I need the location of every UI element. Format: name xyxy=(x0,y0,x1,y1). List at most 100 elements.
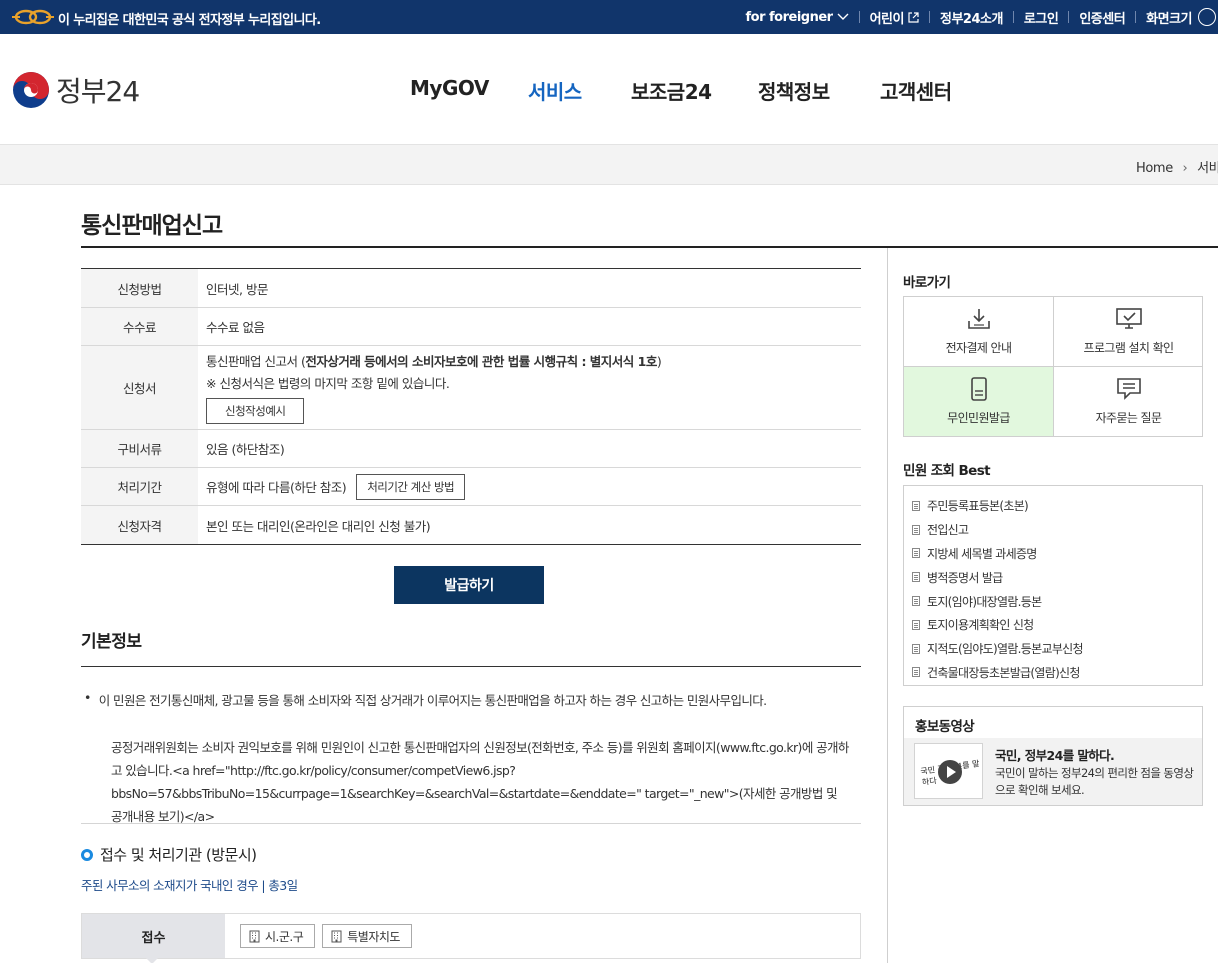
shortcut-title: 바로가기 xyxy=(903,275,951,291)
shortcut-program-install[interactable]: 프로그램 설치 확인 xyxy=(1054,297,1203,367)
document-icon xyxy=(912,500,920,511)
form-name[interactable]: 통신판매업 신고서 (전자상거래 등에서의 소비자보호에 관한 법률 시행규칙 … xyxy=(206,351,853,370)
shortcut-label: 전자결제 안내 xyxy=(945,341,1012,355)
certificate-center-link[interactable]: 인증센터 xyxy=(1069,8,1135,27)
table-row: 신청서 통신판매업 신고서 (전자상거래 등에서의 소비자보호에 관한 법률 시… xyxy=(81,345,861,429)
nav-customer-center[interactable]: 고객센터 xyxy=(880,76,952,105)
list-item-label: 지방세 세목별 과세증명 xyxy=(927,546,1037,561)
building-icon xyxy=(331,930,342,942)
external-link-icon xyxy=(908,11,919,23)
agency-option-label: 특별자치도 xyxy=(347,929,400,944)
shortcut-label: 무인민원발급 xyxy=(947,411,1010,425)
form-cell: 통신판매업 신고서 (전자상거래 등에서의 소비자보호에 관한 법률 시행규칙 … xyxy=(198,346,861,429)
login-link[interactable]: 로그인 xyxy=(1014,8,1068,27)
document-icon xyxy=(912,548,920,559)
reception-title-text: 접수 및 처리기관 (방문시) xyxy=(100,846,257,864)
nav-subsidy24[interactable]: 보조금24 xyxy=(631,76,712,105)
issue-button[interactable]: 발급하기 xyxy=(394,566,544,604)
chevron-down-icon xyxy=(837,13,849,20)
circle-bullet-icon xyxy=(81,848,93,861)
form-name-suffix: ) xyxy=(656,354,662,369)
title-divider xyxy=(81,246,1218,248)
table-row: 처리기간 유형에 따라 다름(하단 참조) 처리기간 계산 방법 xyxy=(81,467,861,505)
download-icon xyxy=(967,309,990,329)
list-item[interactable]: 건축물대장등초본발급(열람)신청 xyxy=(912,661,1202,685)
shortcut-e-payment[interactable]: 전자결제 안내 xyxy=(904,297,1054,367)
form-law-reference: 전자상거래 등에서의 소비자보호에 관한 법률 시행규칙 : 별지서식 1호 xyxy=(305,354,657,369)
nav-service[interactable]: 서비스 xyxy=(528,76,582,105)
disclosure-text: 공정거래위원회는 소비자 권익보호를 위해 민원인이 신고한 통신판매업자의 신… xyxy=(111,740,849,824)
period-cell: 유형에 따라 다름(하단 참조) 처리기간 계산 방법 xyxy=(198,468,861,505)
agency-si-gun-gu-button[interactable]: 시.군.구 xyxy=(240,924,316,948)
document-icon xyxy=(912,643,920,654)
promo-title: 홍보동영상 xyxy=(915,719,975,735)
video-thumbnail[interactable]: 국민 정부24를 말하다 xyxy=(914,743,983,799)
gov24-logo[interactable]: 정부24 xyxy=(12,70,140,110)
nav-policy-info[interactable]: 정책정보 xyxy=(758,76,830,105)
shortcut-label: 프로그램 설치 확인 xyxy=(1083,341,1175,355)
document-icon xyxy=(912,596,920,607)
play-icon[interactable] xyxy=(938,760,962,784)
shortcut-faq[interactable]: 자주묻는 질문 xyxy=(1054,367,1203,436)
agency-special-province-button[interactable]: 특별자치도 xyxy=(322,924,412,948)
table-row: 신청방법 인터넷, 방문 xyxy=(81,269,861,307)
docs-label: 구비서류 xyxy=(81,430,198,467)
taegeuk-logo-icon xyxy=(13,72,49,108)
list-item-label: 지적도(임야도)열람.등본교부신청 xyxy=(927,642,1084,657)
about-gov24-link[interactable]: 정부24소개 xyxy=(930,8,1013,27)
method-label: 신청방법 xyxy=(81,269,198,307)
utility-links: for foreigner 어린이 정부24소개 로그인 인증센터 화면크기 xyxy=(736,0,1218,34)
promo-video-card[interactable]: 국민 정부24를 말하다 국민, 정부24를 말하다. 국민이 말하는 정부24… xyxy=(904,738,1202,805)
screen-size-control[interactable]: 화면크기 xyxy=(1136,8,1218,27)
form-label: 신청서 xyxy=(81,346,198,429)
form-example-button[interactable]: 신청작성예시 xyxy=(206,398,305,424)
agency-options: 시.군.구 특별자치도 xyxy=(225,914,412,958)
fee-value: 수수료 없음 xyxy=(206,320,265,335)
period-calc-button[interactable]: 처리기간 계산 방법 xyxy=(356,473,466,500)
docs-value: 있음 (하단참조) xyxy=(206,442,285,457)
description-bullet: • 이 민원은 전기통신매체, 광고물 등을 통해 소비자와 직접 상거래가 이… xyxy=(84,690,859,709)
reception-subtitle: 주된 사무소의 소재지가 국내인 경우 | 총3일 xyxy=(81,878,298,893)
breadcrumb-home[interactable]: Home xyxy=(1136,161,1173,176)
list-item[interactable]: 병적증명서 발급 xyxy=(912,565,1202,589)
form-note: ※ 신청서식은 법령의 마지막 조항 밑에 있습니다. xyxy=(206,376,450,391)
document-icon xyxy=(912,619,920,630)
qualification-label: 신청자격 xyxy=(81,506,198,544)
breadcrumb-band: Home › 서비스 xyxy=(0,144,1218,185)
list-item-label: 토지(임야)대장열람.등본 xyxy=(927,594,1042,609)
best-list: 주민등록표등본(초본) 전입신고 지방세 세목별 과세증명 병적증명서 발급 토… xyxy=(903,485,1203,686)
reception-title: 접수 및 처리기관 (방문시) xyxy=(81,844,257,865)
government-notice-bar: 이 누리집은 대한민국 공식 전자정부 누리집입니다. for foreigne… xyxy=(0,0,1218,34)
site-header: 정부24 MyGOV 서비스 보조금24 정책정보 고객센터 xyxy=(0,34,1218,144)
section-divider xyxy=(81,666,861,667)
breadcrumb: Home › 서비스 xyxy=(1136,157,1218,176)
divider xyxy=(81,823,861,824)
kids-link[interactable]: 어린이 xyxy=(860,8,929,27)
description-text: 이 민원은 전기통신매체, 광고물 등을 통해 소비자와 직접 상거래가 이루어… xyxy=(98,693,767,708)
page-title: 통신판매업신고 xyxy=(81,213,223,239)
qualification-value: 본인 또는 대리인(온라인은 대리인 신청 불가) xyxy=(206,518,431,534)
nav-mygov[interactable]: MyGOV xyxy=(410,76,489,100)
document-icon xyxy=(912,667,920,678)
zoom-in-icon[interactable] xyxy=(1198,8,1216,26)
breadcrumb-current[interactable]: 서비스 xyxy=(1197,161,1218,176)
speech-bubble-icon xyxy=(1116,378,1141,400)
promo-description: 국민이 말하는 정부24의 편리한 점을 동영상으로 확인해 보세요. xyxy=(995,766,1194,797)
shortcut-label: 자주묻는 질문 xyxy=(1095,411,1162,425)
best-title: 민원 조회 Best xyxy=(903,463,991,479)
list-item[interactable]: 주민등록표등본(초본) xyxy=(912,494,1202,518)
monitor-check-icon xyxy=(1115,308,1142,329)
list-item[interactable]: 지적도(임야도)열람.등본교부신청 xyxy=(912,637,1202,661)
list-item[interactable]: 전입신고 xyxy=(912,518,1202,542)
list-item-label: 전입신고 xyxy=(927,523,969,538)
list-item[interactable]: 지방세 세목별 과세증명 xyxy=(912,542,1202,566)
list-item[interactable]: 토지(임야)대장열람.등본 xyxy=(912,589,1202,613)
official-notice-text: 이 누리집은 대한민국 공식 전자정부 누리집입니다. xyxy=(58,13,321,28)
shortcut-kiosk[interactable]: 무인민원발급 xyxy=(904,367,1054,436)
promo-video-box: 홍보동영상 국민 정부24를 말하다 국민, 정부24를 말하다. 국민이 말하… xyxy=(903,706,1203,806)
reception-agencies: 접수 시.군.구 특별자치도 xyxy=(81,913,861,963)
list-item-label: 병적증명서 발급 xyxy=(927,570,1003,585)
list-item[interactable]: 토지이용계획확인 신청 xyxy=(912,613,1202,637)
for-foreigner-link[interactable]: for foreigner xyxy=(736,10,859,25)
document-icon xyxy=(912,572,920,583)
